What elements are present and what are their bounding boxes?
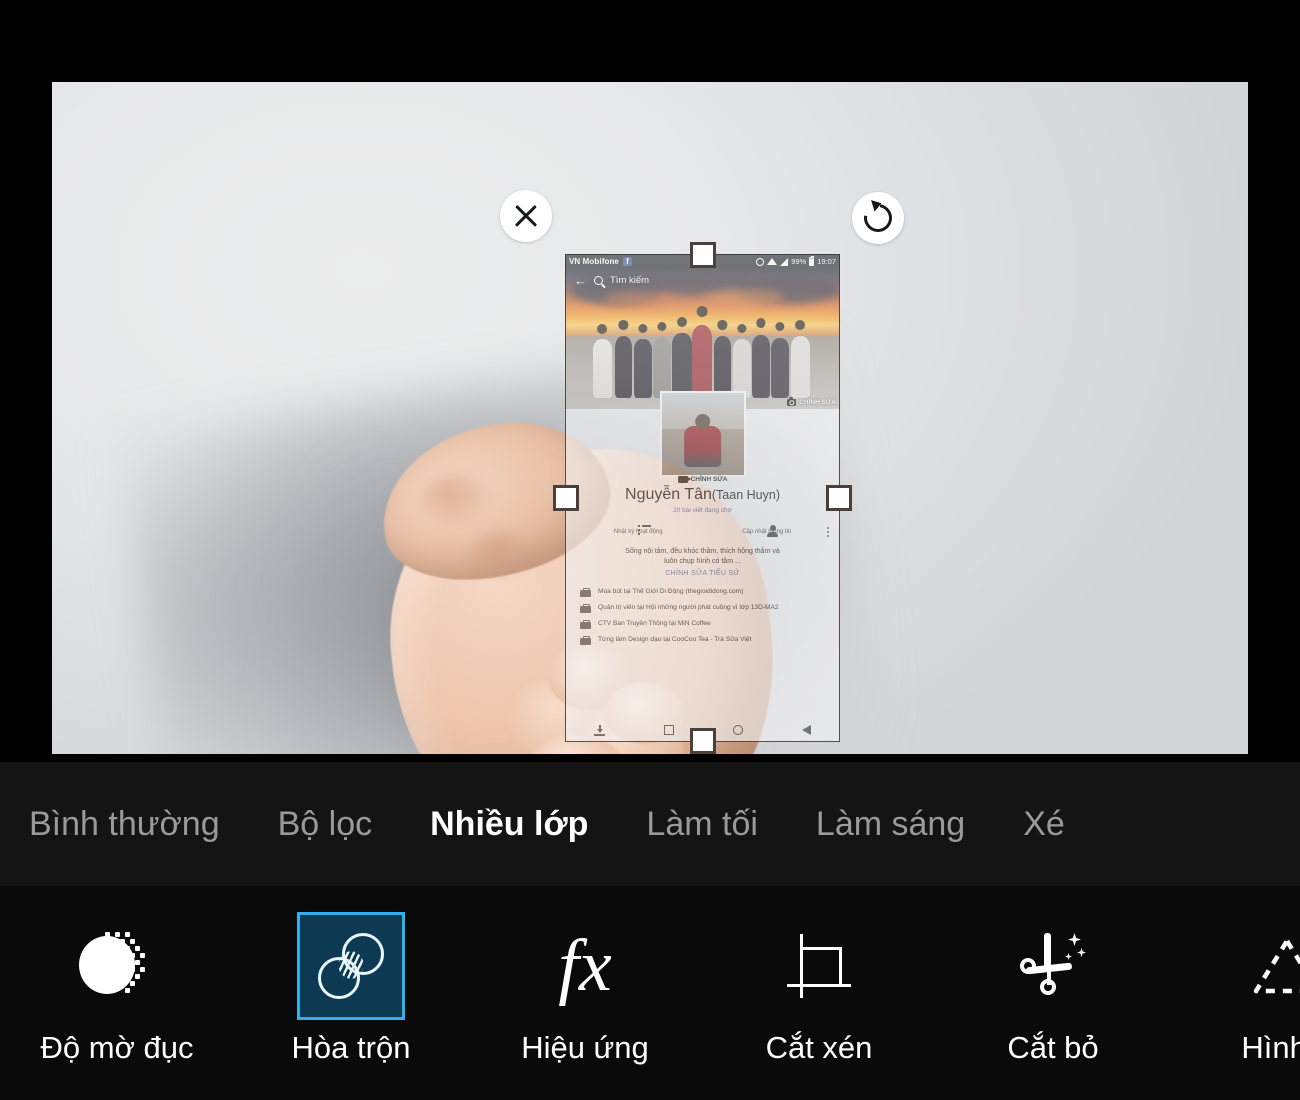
opacity-icon — [77, 926, 157, 1006]
search-icon — [594, 275, 603, 285]
square-icon[interactable] — [664, 725, 675, 735]
shape-icon — [1252, 935, 1300, 997]
overlay-layer-screenshot[interactable]: CHỈNH SỬA VN Mobifone f 99% 19:07 ← Tìm … — [565, 254, 840, 742]
overlay-bio: Sống nội tâm, đều khóc thầm, thích hồng … — [574, 547, 831, 567]
overlay-work-row[interactable]: Múa bút tại Thế Giới Di Động (thegioidid… — [580, 587, 831, 598]
tool-label: Độ mờ đục — [40, 1030, 194, 1065]
vibrate-icon — [756, 257, 765, 266]
overlay-profile-body: Nguyễn Tân(Taan Huyn) 20 bài viết đang c… — [565, 486, 840, 651]
mode-tab-bo-loc[interactable]: Bộ lọc — [249, 805, 402, 844]
tool-cat-bo[interactable]: Cắt bỏ — [936, 886, 1170, 1066]
blend-icon — [318, 933, 384, 999]
overlay-work-text: CTV Ban Truyền Thông tại MiN Coffee — [598, 620, 711, 628]
overlay-work-row[interactable]: CTV Ban Truyền Thông tại MiN Coffee — [580, 619, 831, 630]
overlay-profile-name: Nguyễn Tân(Taan Huyn) — [574, 486, 831, 504]
tool-label: Cắt xén — [765, 1030, 873, 1065]
mode-tab-nhieu-lop[interactable]: Nhiều lớp — [401, 805, 617, 844]
arrow-left-icon[interactable]: ← — [574, 274, 587, 287]
overlay-work-text: Quản trị viên tại Hội những người phát c… — [598, 604, 779, 612]
mode-tab-binh-thuong[interactable]: Bình thường — [0, 805, 249, 844]
overlay-work-row[interactable]: Từng làm Design dạo tại CooCoo Tea - Trà… — [580, 635, 831, 646]
download-icon[interactable] — [594, 724, 606, 736]
tool-hinh-dang[interactable]: Hình d — [1170, 886, 1300, 1066]
overlay-work-text: Múa bút tại Thế Giới Di Động (thegioidid… — [598, 588, 744, 596]
overlay-carrier-label: VN Mobifone — [569, 257, 619, 266]
camera-icon — [787, 397, 797, 406]
base-photo[interactable]: CHỈNH SỬA VN Mobifone f 99% 19:07 ← Tìm … — [52, 82, 1248, 754]
overlay-work-list: Múa bút tại Thế Giới Di Động (thegioidid… — [574, 587, 831, 646]
overlay-clock: 19:07 — [817, 257, 836, 266]
tool-bar[interactable]: Độ mờ đục Hòa trộn fx Hiệu ứng Cắt xén C… — [0, 886, 1300, 1100]
overlay-android-navbar — [565, 718, 840, 742]
tool-hoa-tron[interactable]: Hòa trộn — [234, 886, 468, 1066]
overlay-pending-posts[interactable]: 20 bài viết đang chờ — [574, 507, 831, 514]
overlay-edit-cover-label: CHỈNH SỬA — [799, 399, 836, 406]
tool-label: Hiệu ứng — [521, 1030, 649, 1065]
circle-icon[interactable] — [732, 725, 743, 735]
briefcase-icon — [580, 588, 591, 598]
crop-icon — [787, 934, 851, 998]
briefcase-icon — [580, 636, 591, 646]
briefcase-icon — [580, 620, 591, 630]
overlay-search-bar[interactable]: ← Tìm kiếm — [565, 269, 840, 291]
tool-label: Hình d — [1241, 1030, 1300, 1065]
fx-icon: fx — [558, 925, 612, 1007]
close-x-icon — [513, 203, 539, 229]
overlay-work-row[interactable]: Quản trị viên tại Hội những người phát c… — [580, 603, 831, 614]
mode-tab-xe[interactable]: Xé — [994, 805, 1094, 844]
overlay-profile-name-text: Nguyễn Tân — [625, 486, 712, 503]
blend-mode-tabs[interactable]: Bình thường Bộ lọc Nhiều lớp Làm tối Làm… — [0, 762, 1300, 886]
overlay-status-bar: VN Mobifone f 99% 19:07 — [565, 254, 840, 269]
tool-hieu-ung[interactable]: fx Hiệu ứng — [468, 886, 702, 1066]
close-layer-button[interactable] — [500, 190, 552, 242]
tool-label: Cắt bỏ — [1007, 1030, 1099, 1065]
cutout-icon — [1018, 931, 1088, 1001]
rotate-layer-button[interactable] — [852, 192, 904, 244]
overlay-bio-line-1: Sống nội tâm, đều khóc thầm, thích hồng … — [625, 548, 780, 555]
overlay-work-text: Từng làm Design dạo tại CooCoo Tea - Trà… — [598, 636, 752, 644]
mode-tab-lam-sang[interactable]: Làm sáng — [787, 805, 994, 844]
rotate-cw-icon — [858, 198, 898, 238]
overlay-battery-percent: 99% — [791, 257, 807, 266]
signal-icon — [780, 257, 789, 266]
tool-cat-xen[interactable]: Cắt xén — [702, 886, 936, 1066]
tool-do-mo-duc[interactable]: Độ mờ đục — [0, 886, 234, 1066]
tool-label: Hòa trộn — [291, 1030, 411, 1065]
briefcase-icon — [580, 604, 591, 614]
overlay-edit-bio-link[interactable]: CHỈNH SỬA TIỂU SỬ — [574, 570, 831, 577]
back-triangle-icon[interactable] — [801, 725, 811, 735]
mode-tab-lam-toi[interactable]: Làm tối — [617, 805, 787, 844]
overlay-edit-avatar-label: CHỈNH SỬA — [690, 476, 728, 483]
wifi-icon — [767, 258, 778, 265]
canvas-area[interactable]: CHỈNH SỬA VN Mobifone f 99% 19:07 ← Tìm … — [0, 0, 1300, 762]
overlay-action-activity-log[interactable]: Nhật ký hoạt động — [593, 524, 683, 535]
battery-icon — [809, 255, 815, 266]
overlay-action-update-info[interactable]: Cập nhật thông tin — [722, 525, 812, 535]
overlay-profile-alias: (Taan Huyn) — [711, 488, 780, 502]
overlay-edit-avatar-button[interactable]: CHỈNH SỬA — [677, 476, 728, 483]
facebook-icon: f — [622, 257, 632, 266]
overlay-bio-line-2: luôn chụp hình có tâm ... — [664, 558, 741, 566]
overlay-edit-cover-button[interactable]: CHỈNH SỬA — [787, 397, 836, 406]
photo-editor-app: CHỈNH SỬA VN Mobifone f 99% 19:07 ← Tìm … — [0, 0, 1300, 1100]
more-vertical-icon[interactable] — [827, 527, 829, 537]
video-camera-icon — [677, 476, 691, 483]
overlay-action-row: Nhật ký hoạt động Cập nhật thông tin — [574, 524, 831, 537]
overlay-search-placeholder: Tìm kiếm — [610, 274, 650, 286]
overlay-avatar[interactable] — [659, 391, 746, 477]
